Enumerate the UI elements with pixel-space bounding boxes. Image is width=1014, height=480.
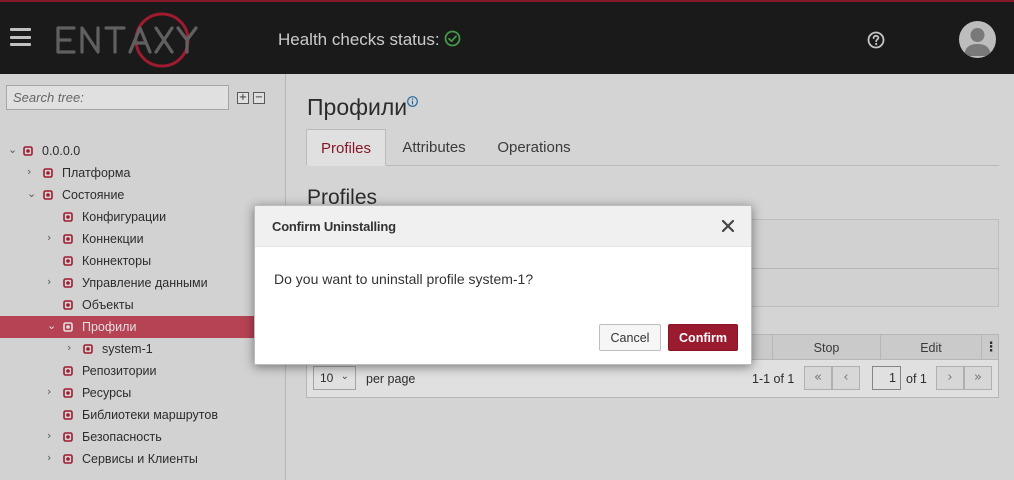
cancel-button[interactable]: Cancel — [599, 324, 661, 351]
dialog-title: Confirm Uninstalling — [272, 219, 396, 234]
dialog-header: Confirm Uninstalling — [255, 206, 751, 247]
dialog-message: Do you want to uninstall profile system-… — [274, 271, 534, 287]
confirm-button[interactable]: Confirm — [668, 324, 738, 351]
close-x-icon[interactable] — [721, 219, 735, 233]
confirm-uninstall-dialog: Confirm Uninstalling Do you want to unin… — [254, 205, 752, 365]
